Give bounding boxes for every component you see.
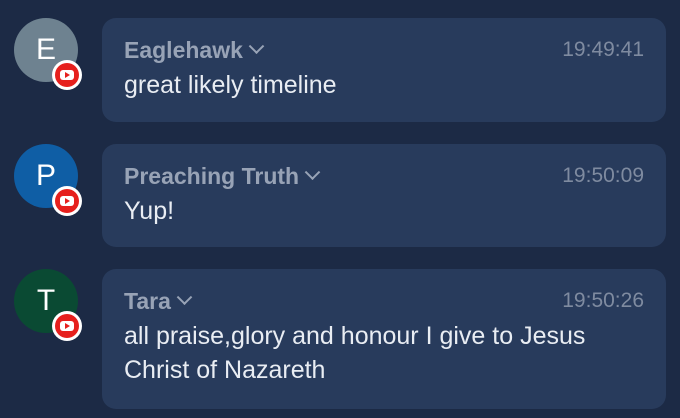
youtube-icon xyxy=(52,311,82,341)
chevron-down-icon xyxy=(176,288,193,305)
avatar-letter: T xyxy=(36,284,56,317)
author-name: Tara xyxy=(124,287,171,314)
author-name: Preaching Truth xyxy=(124,162,300,189)
author-menu-button[interactable]: Tara xyxy=(124,287,193,315)
message-text: all praise,glory and honour I give to Je… xyxy=(124,322,586,384)
timestamp: 19:49:41 xyxy=(562,38,644,61)
youtube-icon xyxy=(52,186,82,216)
chat-feed: E Eaglehawk 19:49:41 great likely timeli… xyxy=(0,0,680,418)
avatar-letter: E xyxy=(35,33,56,66)
message-bubble: Tara 19:50:26 all praise,glory and honou… xyxy=(102,269,666,409)
chevron-down-icon xyxy=(304,163,321,180)
message-text: great likely timeline xyxy=(124,71,337,99)
timestamp: 19:50:09 xyxy=(562,164,644,187)
chevron-down-icon xyxy=(248,37,265,54)
message-text: Yup! xyxy=(124,197,175,225)
message-bubble: Preaching Truth 19:50:09 Yup! xyxy=(102,144,666,247)
youtube-icon xyxy=(52,60,82,90)
author-name: Eaglehawk xyxy=(124,36,243,63)
author-menu-button[interactable]: Preaching Truth xyxy=(124,162,321,190)
author-menu-button[interactable]: Eaglehawk xyxy=(124,36,265,64)
timestamp: 19:50:26 xyxy=(562,289,644,312)
message-bubble: Eaglehawk 19:49:41 great likely timeline xyxy=(102,18,666,122)
avatar-letter: P xyxy=(35,159,56,192)
